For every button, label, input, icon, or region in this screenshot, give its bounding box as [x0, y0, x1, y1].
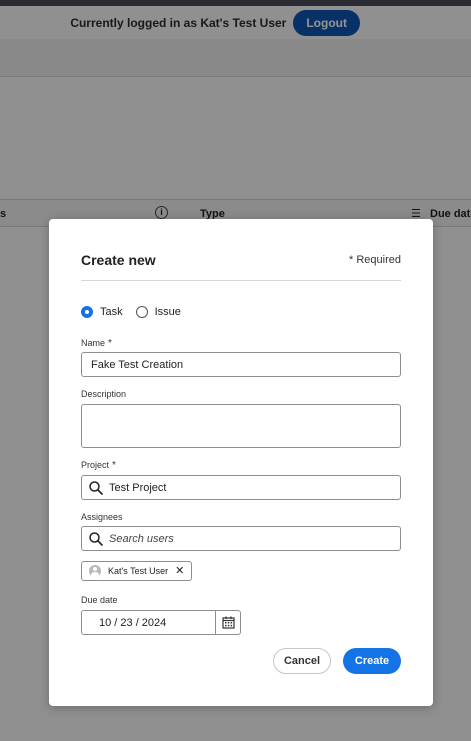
cancel-button[interactable]: Cancel — [273, 648, 331, 674]
project-label: Project * — [81, 460, 116, 471]
name-label: Name * — [81, 338, 112, 349]
due-date-input[interactable]: 10 / 23 / 2024 — [82, 611, 215, 634]
project-label-text: Project — [81, 460, 110, 470]
create-new-dialog: Create new * Required Task Issue Name * F… — [49, 219, 433, 706]
due-date-label: Due date — [81, 595, 118, 605]
project-field[interactable]: Test Project — [81, 475, 401, 500]
radio-issue-button[interactable] — [135, 306, 148, 318]
name-field[interactable]: Fake Test Creation — [81, 352, 401, 377]
dialog-divider — [81, 280, 401, 281]
assignee-tag-label: Kat's Test User — [108, 566, 169, 576]
required-note: * Required — [349, 254, 401, 266]
name-required-star: * — [108, 338, 112, 349]
description-label: Description — [81, 389, 127, 399]
create-button[interactable]: Create — [343, 648, 401, 674]
radio-issue[interactable]: Issue — [135, 306, 181, 318]
close-icon[interactable]: ✕ — [175, 565, 184, 577]
assignees-label: Assignees — [81, 512, 123, 522]
radio-issue-label: Issue — [154, 306, 181, 318]
search-icon — [89, 480, 103, 495]
calendar-icon — [221, 616, 235, 629]
radio-task-label: Task — [100, 306, 123, 318]
name-label-text: Name — [81, 338, 106, 348]
radio-task-button[interactable] — [81, 306, 93, 318]
name-field-value: Fake Test Creation — [91, 358, 184, 371]
search-icon — [89, 531, 103, 546]
assignee-tag: Kat's Test User ✕ — [81, 561, 193, 581]
radio-task[interactable]: Task — [81, 306, 123, 318]
project-field-value: Test Project — [109, 481, 167, 494]
description-field[interactable] — [81, 404, 401, 448]
project-required-star: * — [112, 460, 116, 471]
calendar-button[interactable] — [215, 611, 240, 634]
assignees-placeholder: Search users — [109, 532, 174, 545]
app-root: Currently logged in as Kat's Test User L… — [0, 0, 471, 741]
due-date-field: 10 / 23 / 2024 — [81, 610, 241, 635]
avatar-icon — [89, 565, 101, 577]
assignees-search-input[interactable]: Search users — [81, 526, 401, 551]
dialog-title: Create new — [81, 252, 156, 268]
due-date-value: 10 / 23 / 2024 — [99, 616, 167, 629]
type-radio-group: Task Issue — [81, 306, 194, 318]
